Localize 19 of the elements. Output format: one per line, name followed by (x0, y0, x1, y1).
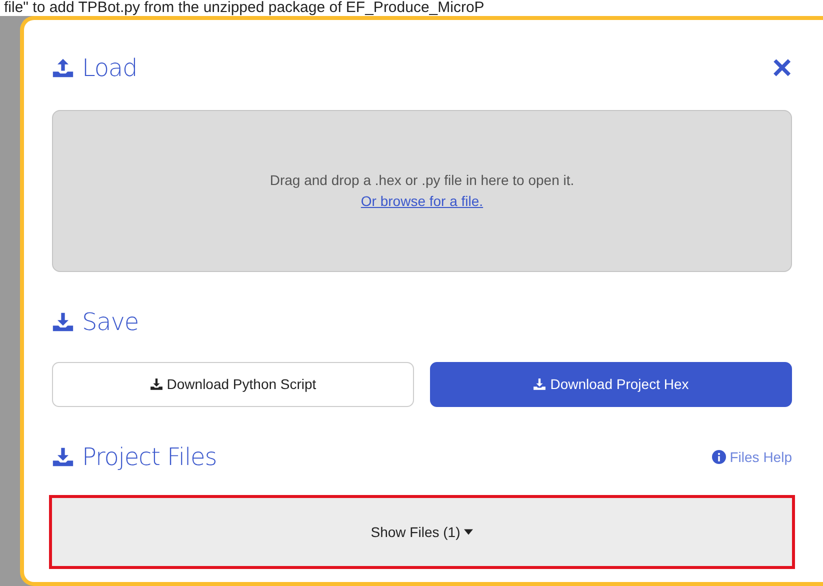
download-icon (52, 446, 74, 468)
section-heading: Save (82, 307, 139, 338)
download-icon (533, 378, 546, 391)
download-icon (150, 378, 163, 391)
drop-zone[interactable]: Drag and drop a .hex or .py file in here to open it. Or browse for a file. (52, 110, 792, 272)
files-help-link[interactable]: Files Help (712, 446, 792, 468)
background-text: file" to add TPBot.py from the unzipped package of EF_Produce_MicroP (3, 0, 486, 16)
download-icon (52, 311, 74, 333)
download-button[interactable]: Download Python Script (52, 362, 414, 407)
caret-icon (464, 529, 474, 535)
download-button[interactable]: Download Project Hex (430, 362, 792, 407)
drop-hint: Drag and drop a .hex or .py file in here to open it. (270, 171, 574, 190)
info-icon (712, 450, 726, 464)
upload-icon (52, 57, 74, 79)
section-heading: Load (82, 53, 138, 84)
section-heading: Project Files (82, 442, 217, 473)
close-button[interactable]: × (772, 51, 792, 85)
show-files-button[interactable]: Show Files (1) (49, 495, 795, 569)
browse-link[interactable]: Or browse for a file. (360, 191, 484, 212)
